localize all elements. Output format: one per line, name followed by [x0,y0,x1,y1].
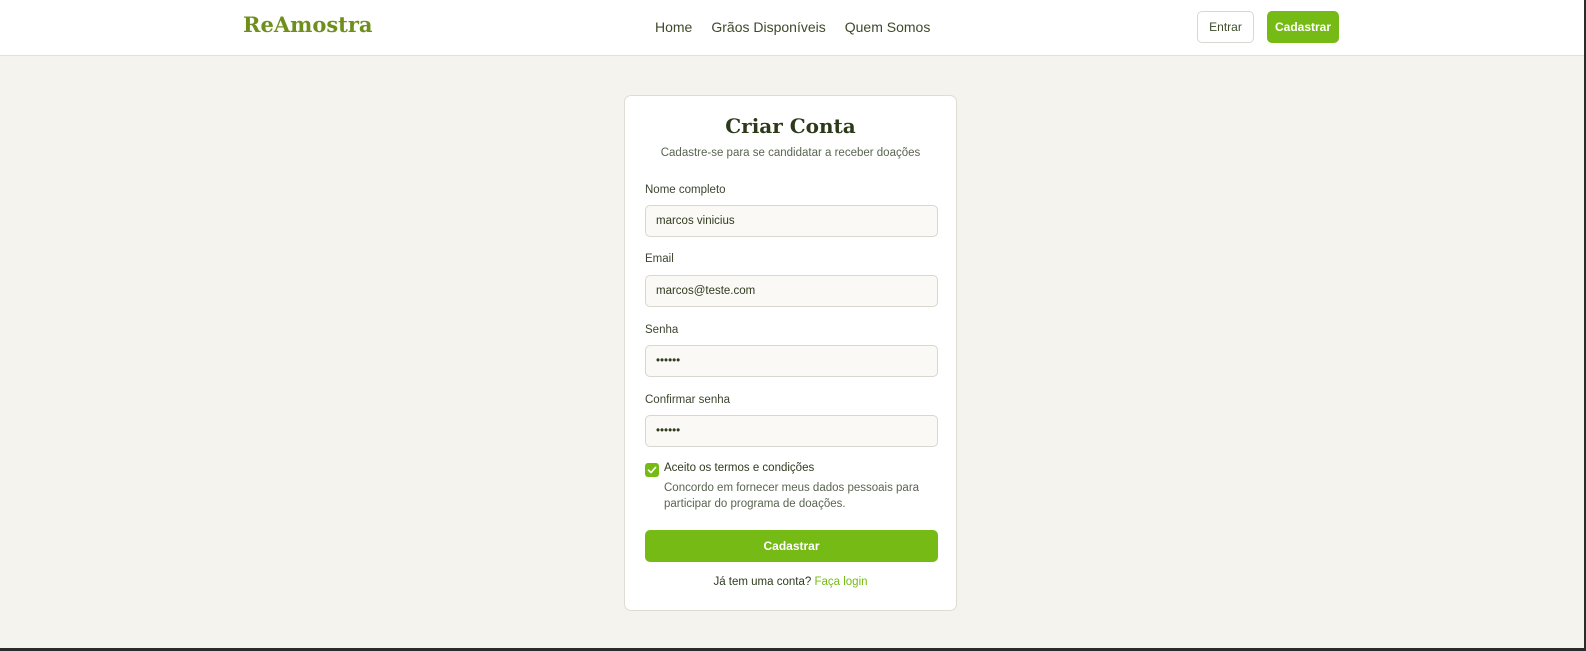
terms-checkbox[interactable] [645,463,659,477]
nav-home[interactable]: Home [655,19,692,35]
login-button[interactable]: Entrar [1197,11,1254,43]
main-nav: Home Grãos Disponíveis Quem Somos [655,19,930,35]
nav-quem-somos[interactable]: Quem Somos [845,19,931,35]
signup-card: Criar Conta Cadastre-se para se candidat… [624,95,957,611]
password-label: Senha [645,324,679,336]
login-prompt-text: Já tem uma conta? [713,576,812,588]
signup-button[interactable]: Cadastrar [1267,11,1339,43]
checkmark-icon [647,466,657,474]
email-label: Email [645,253,674,265]
top-navbar: ReAmostra Home Grãos Disponíveis Quem So… [0,0,1586,56]
brand-logo[interactable]: ReAmostra [243,12,373,37]
terms-description: Concordo em fornecer meus dados pessoais… [664,482,920,510]
email-input[interactable] [645,275,938,307]
name-input[interactable] [645,205,938,237]
nav-graos-disponiveis[interactable]: Grãos Disponíveis [711,19,825,35]
page-title: Criar Conta [725,114,856,138]
password-input[interactable] [645,345,938,377]
page-subtitle: Cadastre-se para se candidatar a receber… [660,147,921,159]
login-link[interactable]: Faça login [814,576,867,588]
login-prompt-line: Já tem uma conta? Faça login [625,576,956,588]
name-label: Nome completo [645,184,726,196]
confirm-password-input[interactable] [645,415,938,447]
terms-label[interactable]: Aceito os termos e condições [664,462,814,474]
confirm-password-label: Confirmar senha [645,394,731,406]
submit-signup-button[interactable]: Cadastrar [645,530,938,562]
